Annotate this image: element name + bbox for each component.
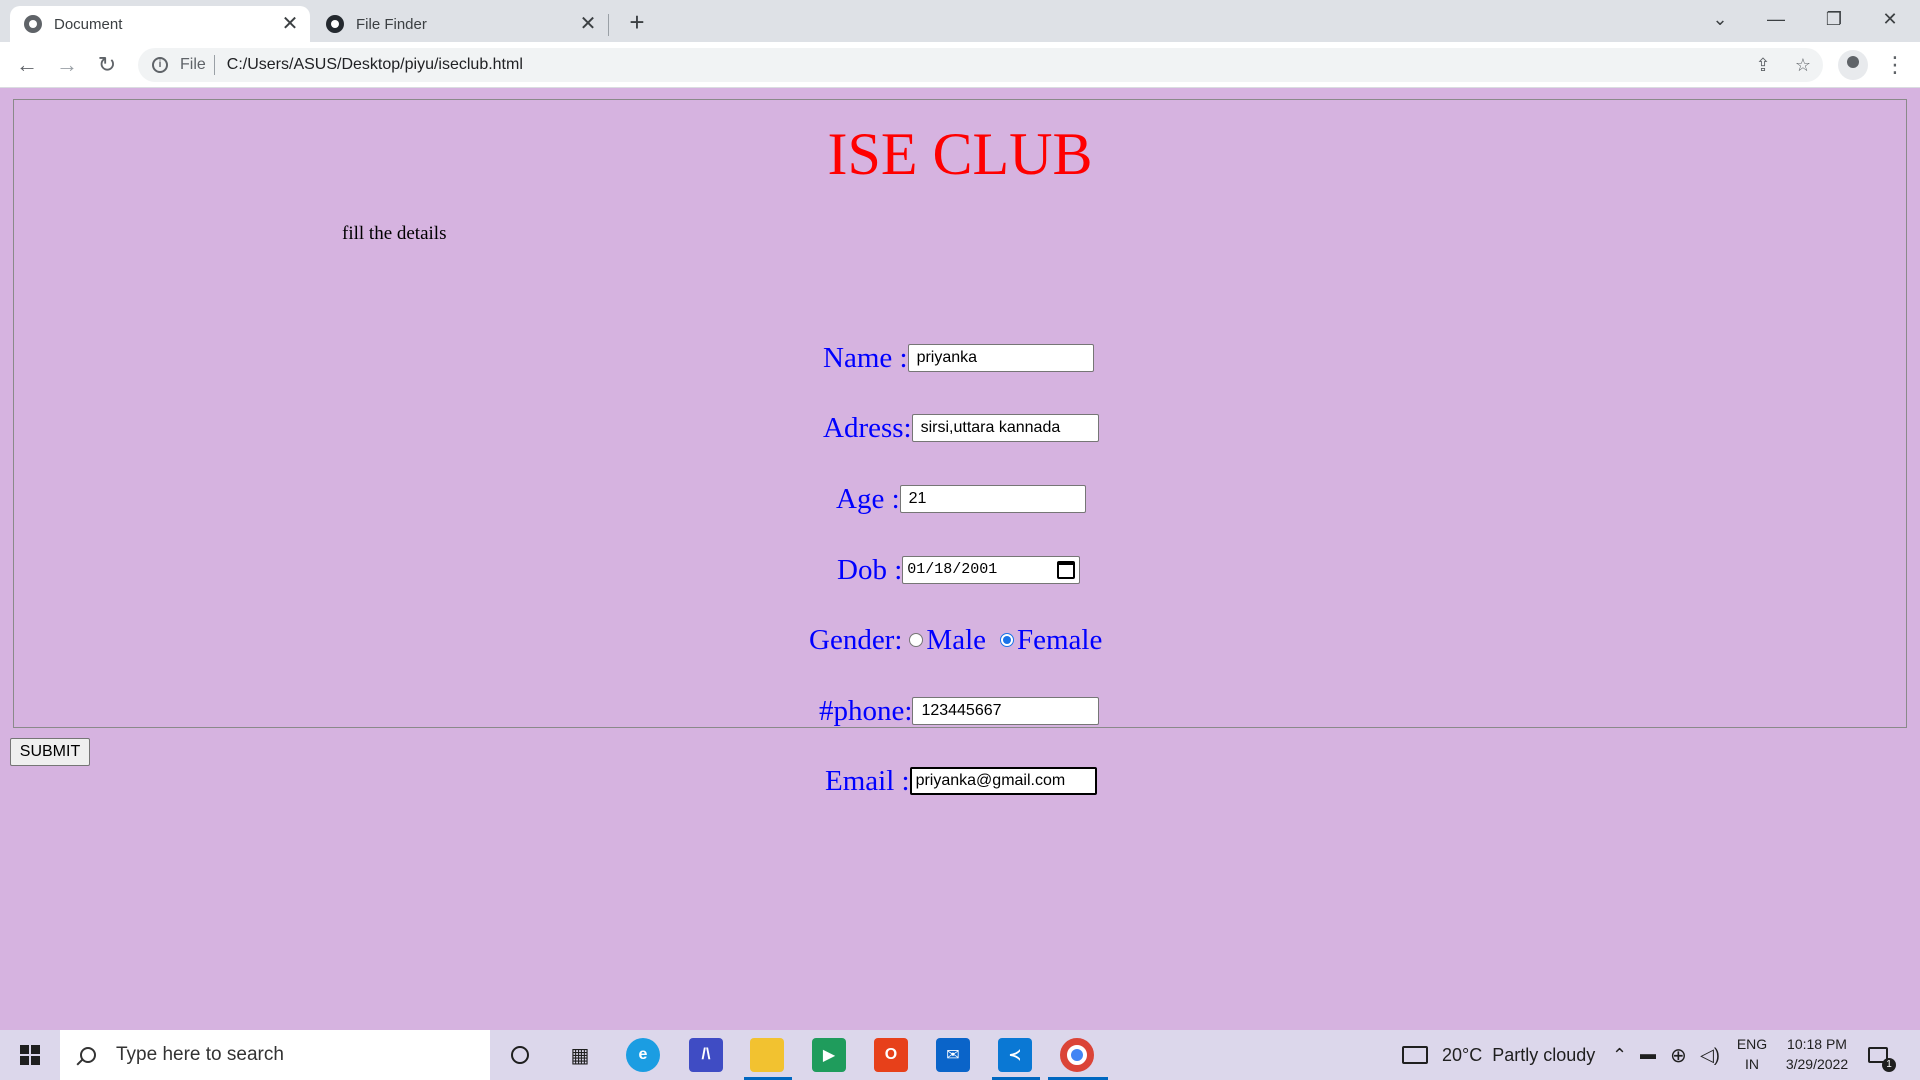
address-url[interactable]: C:/Users/ASUS/Desktop/piyu/iseclub.html xyxy=(227,56,523,74)
submit-button[interactable]: SUBMIT xyxy=(10,738,90,766)
weather-condition: Partly cloudy xyxy=(1492,1044,1596,1065)
tab-file-finder[interactable]: File Finder ✕ xyxy=(312,6,608,42)
vscode-icon[interactable]: ≺ xyxy=(998,1038,1032,1072)
phone-input[interactable]: 123445667 xyxy=(912,697,1100,725)
zoom-icon[interactable]: ▶ xyxy=(812,1038,846,1072)
dob-date-input[interactable]: 01/18/2001 xyxy=(902,556,1081,584)
page-content: ISE CLUB fill the details Name : priyank… xyxy=(0,88,1920,1030)
page-title: ISE CLUB xyxy=(827,121,1093,187)
tab-title: File Finder xyxy=(356,15,427,33)
name-label: Name : xyxy=(823,341,908,374)
age-row: Age : 21 xyxy=(836,482,1086,515)
share-icon[interactable]: ⇪ xyxy=(1748,48,1778,82)
dob-row: Dob : 01/18/2001 xyxy=(837,553,1081,586)
globe-icon xyxy=(24,15,42,33)
notification-count-badge: 1 xyxy=(1882,1058,1896,1072)
gender-male-label: Male xyxy=(926,623,986,656)
bookmark-star-icon[interactable]: ☆ xyxy=(1788,48,1818,82)
windows-logo-icon xyxy=(20,1045,40,1065)
email-input[interactable]: priyanka@gmail.com xyxy=(909,767,1097,795)
gender-female-label: Female xyxy=(1017,623,1103,656)
address-bar[interactable]: i File C:/Users/ASUS/Desktop/piyu/iseclu… xyxy=(138,48,1823,82)
dob-label: Dob : xyxy=(837,553,903,586)
taskbar-search[interactable]: Type here to search xyxy=(60,1030,490,1080)
tab-close-icon[interactable]: ✕ xyxy=(576,12,600,36)
minimize-button[interactable]: — xyxy=(1748,0,1804,40)
network-icon[interactable]: ⊕ xyxy=(1670,1030,1687,1080)
cortana-icon[interactable] xyxy=(503,1038,537,1072)
notification-center-icon[interactable]: 1 xyxy=(1868,1030,1896,1080)
close-window-button[interactable]: ✕ xyxy=(1862,0,1918,40)
clock-date: 3/29/2022 xyxy=(1785,1056,1849,1072)
tab-search-dropdown-icon[interactable]: ⌄ xyxy=(1692,0,1748,40)
weather-temperature: 20°C xyxy=(1442,1044,1483,1065)
address-label: Adress: xyxy=(823,411,912,444)
tab-document[interactable]: Document ✕ xyxy=(10,6,310,42)
reload-button[interactable]: ↻ xyxy=(92,50,122,80)
battery-icon[interactable]: ▬ xyxy=(1640,1030,1656,1080)
search-icon xyxy=(80,1047,96,1063)
task-view-icon[interactable]: ▦ xyxy=(563,1038,597,1072)
phone-row: #phone: 123445667 xyxy=(819,694,1100,727)
browser-toolbar: ← → ↻ i File C:/Users/ASUS/Desktop/piyu/… xyxy=(0,42,1920,88)
name-row: Name : priyanka xyxy=(823,341,1094,374)
github-icon xyxy=(326,15,344,33)
back-button[interactable]: ← xyxy=(12,50,42,80)
name-input[interactable]: priyanka xyxy=(907,344,1094,372)
edge-icon[interactable]: e xyxy=(626,1038,660,1072)
vs-code-insiders-icon[interactable]: /\ xyxy=(689,1038,723,1072)
forward-button[interactable]: → xyxy=(52,50,82,80)
file-explorer-icon[interactable] xyxy=(750,1038,784,1072)
email-row: Email : priyanka@gmail.com xyxy=(825,764,1097,797)
site-info-icon[interactable]: i xyxy=(152,57,168,73)
office-icon[interactable]: O xyxy=(874,1038,908,1072)
weather-widget[interactable]: 20°C Partly cloudy xyxy=(1402,1030,1595,1080)
browser-menu-icon[interactable]: ⋮ xyxy=(1880,50,1910,80)
tab-close-icon[interactable]: ✕ xyxy=(278,12,302,36)
gender-row: Gender: Male Female xyxy=(809,623,1103,656)
restore-button[interactable]: ❐ xyxy=(1806,0,1862,40)
email-label: Email : xyxy=(825,764,910,797)
tab-separator xyxy=(608,14,609,36)
language-line2: IN xyxy=(1745,1056,1759,1072)
form-hint: fill the details xyxy=(342,223,447,244)
profile-avatar[interactable] xyxy=(1838,50,1868,80)
language-line1: ENG xyxy=(1736,1036,1768,1052)
new-tab-button[interactable]: + xyxy=(622,8,652,38)
taskbar-search-placeholder: Type here to search xyxy=(116,1044,284,1065)
calendar-icon[interactable] xyxy=(1057,561,1076,579)
mail-icon[interactable]: ✉ xyxy=(936,1038,970,1072)
age-label: Age : xyxy=(836,482,900,515)
dob-value: 01/18/2001 xyxy=(907,561,998,578)
language-indicator[interactable]: ENG IN xyxy=(1732,1036,1772,1072)
weather-icon xyxy=(1402,1046,1428,1064)
gender-male-radio[interactable] xyxy=(909,633,924,647)
gender-female-radio[interactable] xyxy=(1000,633,1014,647)
form-container: ISE CLUB fill the details Name : priyank… xyxy=(13,99,1907,797)
phone-label: #phone: xyxy=(819,694,913,727)
address-scheme-label: File xyxy=(180,56,206,73)
address-separator xyxy=(213,55,215,75)
chrome-icon[interactable] xyxy=(1060,1038,1094,1072)
age-input[interactable]: 21 xyxy=(899,485,1086,513)
volume-icon[interactable]: ◁) xyxy=(1700,1030,1720,1080)
start-button[interactable] xyxy=(0,1030,60,1080)
address-input[interactable]: sirsi,uttara kannada xyxy=(911,414,1099,442)
windows-taskbar: Type here to search ▦ e /\ ▶ O ✉ ≺ 20°C … xyxy=(0,1030,1920,1080)
tab-title: Document xyxy=(54,15,123,33)
gender-label: Gender: xyxy=(809,623,903,656)
browser-tab-strip: Document ✕ File Finder ✕ + ⌄ — ❐ ✕ xyxy=(0,0,1920,42)
clock[interactable]: 10:18 PM 3/29/2022 xyxy=(1772,1036,1862,1072)
show-hidden-icons[interactable]: ⌃ xyxy=(1612,1030,1627,1080)
clock-time: 10:18 PM xyxy=(1787,1036,1847,1052)
address-row: Adress: sirsi,uttara kannada xyxy=(823,411,1099,444)
